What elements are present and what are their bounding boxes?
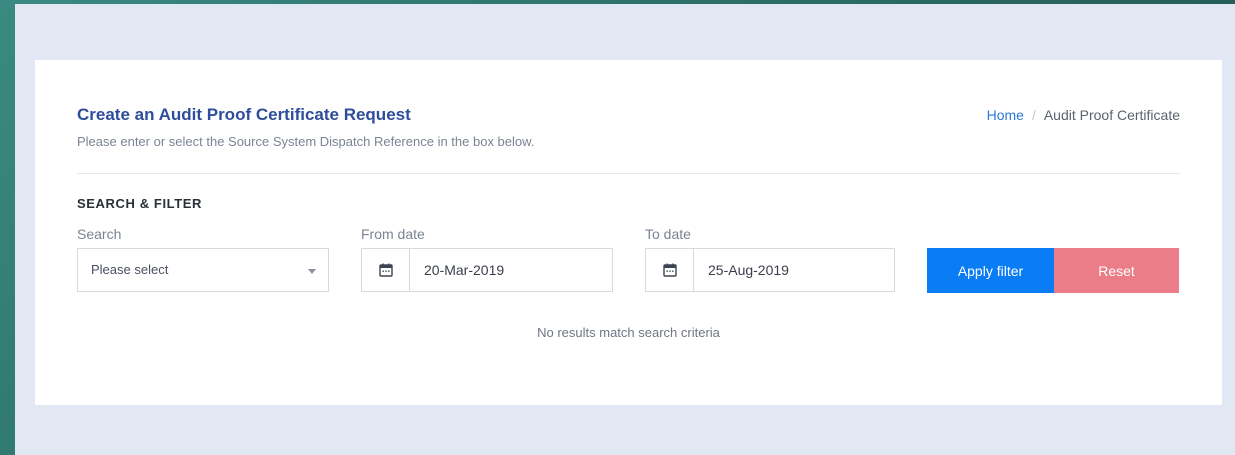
- from-date-field: [361, 248, 613, 292]
- page-title: Create an Audit Proof Certificate Reques…: [77, 105, 411, 124]
- page-subtitle: Please enter or select the Source System…: [77, 134, 535, 149]
- to-date-picker-button[interactable]: [646, 249, 694, 291]
- from-date-label: From date: [361, 226, 425, 242]
- search-select-value: Please select: [91, 262, 169, 277]
- chevron-down-icon: [308, 269, 316, 274]
- calendar-icon: [378, 263, 393, 277]
- header-divider: [77, 173, 1180, 174]
- reset-button[interactable]: Reset: [1054, 248, 1179, 293]
- app-frame: Create an Audit Proof Certificate Reques…: [15, 4, 1235, 455]
- from-date-picker-button[interactable]: [362, 249, 410, 291]
- to-date-label: To date: [645, 226, 691, 242]
- search-label: Search: [77, 226, 122, 242]
- search-select[interactable]: Please select: [77, 248, 329, 292]
- to-date-field: [645, 248, 895, 292]
- breadcrumb-current: Audit Proof Certificate: [1043, 107, 1180, 123]
- breadcrumb-separator: /: [1031, 107, 1036, 123]
- section-title: SEARCH & FILTER: [77, 196, 203, 211]
- from-date-input[interactable]: [410, 249, 612, 291]
- breadcrumb-home-link[interactable]: Home: [987, 107, 1024, 123]
- calendar-icon: [662, 263, 677, 277]
- no-results-message: No results match search criteria: [537, 325, 720, 340]
- apply-filter-button[interactable]: Apply filter: [927, 248, 1054, 293]
- audit-certificate-card: Create an Audit Proof Certificate Reques…: [35, 60, 1222, 405]
- breadcrumb: Home / Audit Proof Certificate: [987, 107, 1180, 123]
- to-date-input[interactable]: [694, 249, 894, 291]
